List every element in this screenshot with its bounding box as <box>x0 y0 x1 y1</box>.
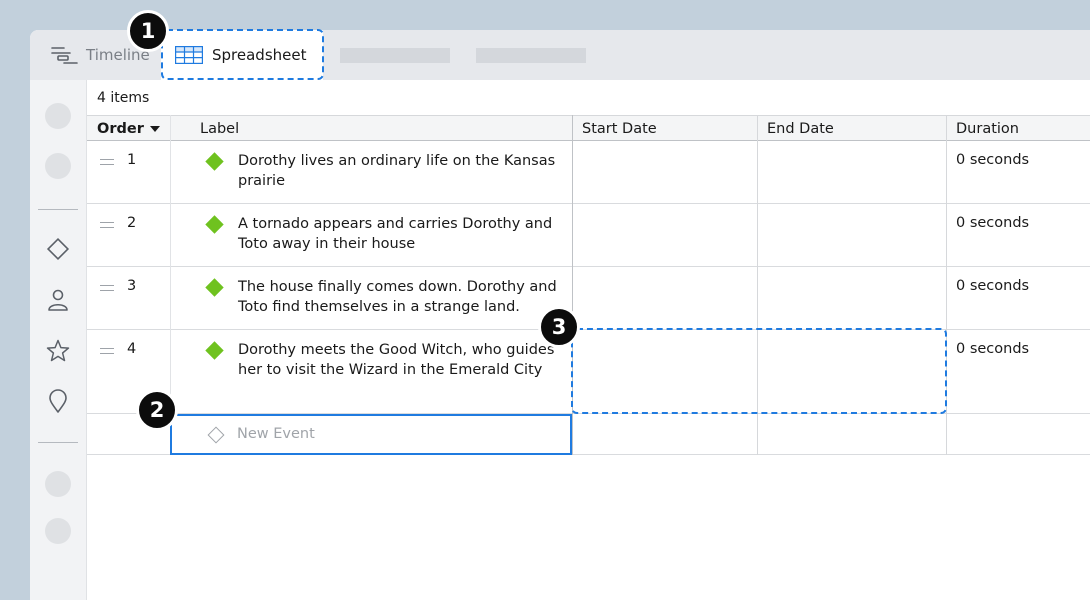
drag-handle-icon[interactable] <box>100 159 114 165</box>
sidebar-placeholder-button[interactable] <box>45 471 71 497</box>
column-header-end-date[interactable]: End Date <box>767 116 834 141</box>
location-pin-icon[interactable] <box>46 389 70 413</box>
drag-handle-icon[interactable] <box>100 222 114 228</box>
items-count: 4 items <box>97 90 150 106</box>
callout-highlight-spreadsheet-tab <box>161 29 324 80</box>
callout-highlight-date-cells <box>571 328 947 414</box>
row-duration[interactable]: 0 seconds <box>956 215 1029 231</box>
star-icon[interactable] <box>46 339 70 363</box>
callout-badge: 1 <box>127 10 169 52</box>
column-header-label[interactable]: Label <box>200 116 239 141</box>
row-duration[interactable]: 0 seconds <box>956 341 1029 357</box>
column-header-start-date[interactable]: Start Date <box>582 116 657 141</box>
row-label[interactable]: The house finally comes down. Dorothy an… <box>238 277 568 317</box>
callout-badge: 2 <box>136 389 178 431</box>
sidebar-placeholder-button[interactable] <box>45 518 71 544</box>
event-diamond-icon <box>205 278 224 297</box>
tab-placeholder[interactable] <box>476 48 586 63</box>
sidebar-placeholder-button[interactable] <box>45 153 71 179</box>
event-diamond-icon <box>205 152 224 171</box>
new-event-placeholder: New Event <box>237 426 315 442</box>
new-event-input[interactable]: New Event <box>170 414 572 455</box>
callout-badge: 3 <box>538 306 580 348</box>
table-header: Order Label Start Date End Date Duration <box>87 115 1090 141</box>
table-row[interactable]: 2 A tornado appears and carries Dorothy … <box>87 204 1090 267</box>
left-sidebar <box>30 80 87 600</box>
diamond-icon[interactable] <box>46 237 70 261</box>
sidebar-divider <box>38 209 78 210</box>
event-diamond-icon <box>205 215 224 234</box>
sort-caret-icon <box>149 125 160 132</box>
row-label[interactable]: A tornado appears and carries Dorothy an… <box>238 214 568 254</box>
table-row[interactable]: 3 The house finally comes down. Dorothy … <box>87 267 1090 330</box>
event-diamond-icon <box>205 341 224 360</box>
sidebar-placeholder-button[interactable] <box>45 103 71 129</box>
row-order: 2 <box>127 215 137 231</box>
row-label[interactable]: Dorothy lives an ordinary life on the Ka… <box>238 151 568 191</box>
row-label[interactable]: Dorothy meets the Good Witch, who guides… <box>238 340 568 380</box>
column-header-order[interactable]: Order <box>97 116 160 141</box>
sidebar-divider <box>38 442 78 443</box>
drag-handle-icon[interactable] <box>100 348 114 354</box>
timeline-icon <box>51 47 78 64</box>
row-order: 1 <box>127 152 137 168</box>
column-header-duration[interactable]: Duration <box>956 116 1019 141</box>
table-row[interactable]: 1 Dorothy lives an ordinary life on the … <box>87 141 1090 204</box>
row-order: 3 <box>127 278 137 294</box>
tab-placeholder[interactable] <box>340 48 450 63</box>
drag-handle-icon[interactable] <box>100 285 114 291</box>
row-order: 4 <box>127 341 137 357</box>
empty-diamond-icon <box>207 426 225 444</box>
row-duration[interactable]: 0 seconds <box>956 278 1029 294</box>
person-icon[interactable] <box>46 288 70 312</box>
row-duration[interactable]: 0 seconds <box>956 152 1029 168</box>
